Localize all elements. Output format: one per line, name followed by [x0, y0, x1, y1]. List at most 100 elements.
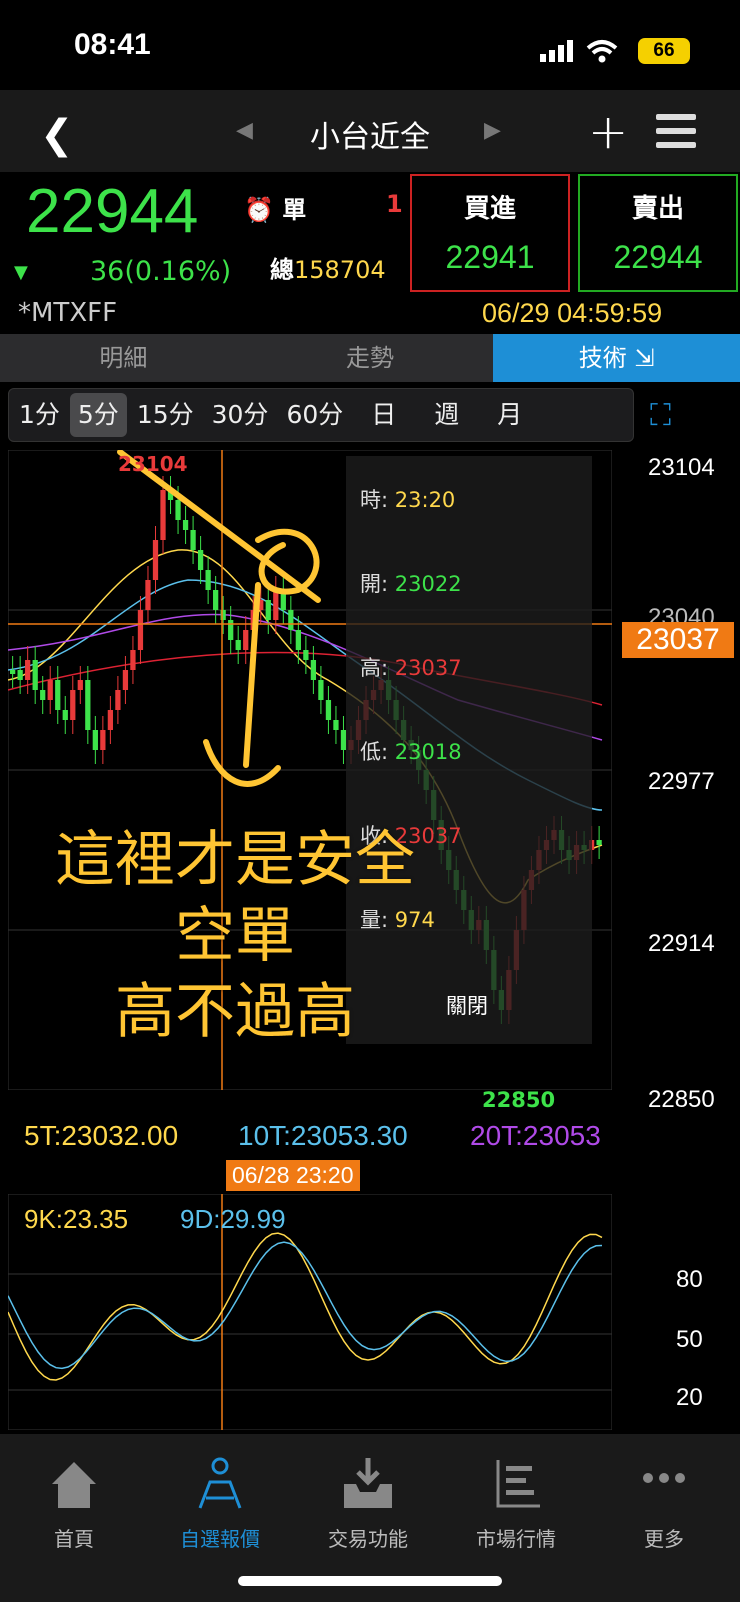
candle-body — [318, 680, 324, 700]
timeframe-day[interactable]: 日 — [363, 393, 404, 437]
candle-body — [182, 520, 189, 530]
trading-icon — [344, 1458, 392, 1508]
single-volume-value: 1 — [386, 190, 403, 218]
annotation-line-3: 高不過高 — [115, 977, 355, 1047]
sell-button[interactable]: 賣出 22944 — [578, 174, 738, 292]
price-axis-label: 22914 — [648, 930, 715, 957]
candle-body — [145, 580, 151, 610]
candle-body — [205, 570, 211, 590]
candle-body — [235, 640, 241, 650]
candle-body — [25, 660, 31, 680]
timeframe-week[interactable]: 週 — [426, 393, 467, 437]
candle-body — [197, 550, 204, 570]
watchlist-icon — [198, 1457, 242, 1509]
timeframe-1min[interactable]: 1分 — [11, 393, 68, 437]
timeframe-15min[interactable]: 15分 — [129, 393, 202, 437]
candle-body — [85, 680, 91, 730]
signal-wifi-icon — [540, 40, 618, 63]
price-axis-label: 22977 — [648, 768, 715, 795]
kd-axis-label: 80 — [676, 1266, 703, 1293]
add-icon[interactable]: + — [588, 104, 628, 160]
k-line — [8, 1232, 603, 1381]
candle-body — [107, 710, 114, 730]
tooltip-open-label: 開: — [360, 572, 389, 596]
candle-body — [303, 650, 309, 660]
d-value: 9D:29.99 — [180, 1204, 286, 1234]
price-axis-label: 22850 — [648, 1086, 715, 1113]
candle-body — [243, 630, 249, 650]
nav-home[interactable]: 首頁 — [14, 1454, 134, 1552]
bid-price: 22941 — [445, 239, 535, 275]
tooltip-high-label: 高: — [360, 656, 389, 680]
nav-watchlist[interactable]: 自選報價 — [160, 1454, 280, 1552]
nav-trading[interactable]: 交易功能 — [308, 1454, 428, 1552]
annotation-line-2: 空單 — [175, 901, 295, 971]
candle-body — [288, 610, 294, 630]
tooltip-low: 23018 — [394, 740, 462, 764]
nav-trading-label: 交易功能 — [328, 1527, 408, 1551]
candle-body — [333, 720, 339, 730]
candle-body — [130, 650, 136, 670]
candle-body — [160, 490, 166, 540]
menu-icon[interactable] — [656, 114, 696, 156]
ma10-value: 10T:23053.30 — [238, 1120, 408, 1151]
candle-body — [40, 690, 46, 700]
candle-body — [213, 590, 219, 610]
nav-more[interactable]: 更多 — [604, 1454, 724, 1552]
tab-details[interactable]: 明細 — [0, 334, 247, 382]
kd-axis-label: 50 — [676, 1326, 703, 1353]
tab-technical[interactable]: 技術 ⇲ — [493, 334, 740, 382]
candle-body — [137, 610, 144, 650]
ask-price: 22944 — [613, 239, 703, 275]
candle-body — [55, 680, 61, 710]
last-price: 22944 — [26, 177, 199, 246]
timeframe-30min[interactable]: 30分 — [204, 393, 277, 437]
candle-body — [10, 670, 16, 674]
battery-icon: 66 — [638, 38, 690, 64]
tooltip-time: 23:20 — [394, 488, 456, 512]
chart-low-label: 22850 — [482, 1088, 556, 1112]
status-time: 08:41 — [74, 28, 151, 61]
nav-market[interactable]: 市場行情 — [456, 1454, 576, 1552]
current-price-marker: 23037 — [622, 622, 734, 658]
candle-body — [100, 730, 106, 750]
tab-trend[interactable]: 走勢 — [247, 334, 494, 382]
buy-button[interactable]: 買進 22941 — [410, 174, 570, 292]
candle-body — [310, 660, 317, 680]
next-symbol-icon[interactable]: ▶ — [484, 118, 501, 143]
quote-datetime: 06/29 04:59:59 — [482, 298, 663, 328]
annotation-circle — [255, 528, 320, 595]
timeframe-60min[interactable]: 60分 — [278, 393, 351, 437]
sell-label: 賣出 — [631, 194, 684, 224]
nav-more-label: 更多 — [644, 1527, 684, 1551]
timeframe-5min[interactable]: 5分 — [69, 393, 127, 437]
price-axis-label: 23104 — [648, 454, 715, 481]
tooltip-low-label: 低: — [360, 740, 389, 764]
page-title: 小台近全 — [310, 120, 430, 155]
home-indicator — [238, 1576, 502, 1586]
candle-body — [17, 670, 23, 680]
ma5-value: 5T:23032.00 — [24, 1120, 179, 1151]
candle-body — [228, 620, 234, 640]
chart-high-label: 23104 — [118, 452, 188, 476]
home-icon — [52, 1462, 96, 1508]
fullscreen-icon[interactable]: ⛶ — [650, 398, 671, 433]
candle-body — [152, 540, 159, 580]
candle-body — [92, 730, 98, 750]
alarm-icon: ⏰ — [244, 196, 274, 224]
candle-body — [70, 690, 76, 720]
nav-market-label: 市場行情 — [476, 1527, 556, 1551]
tooltip-open: 23022 — [394, 572, 462, 596]
candle-body — [47, 680, 53, 700]
k-value: 9K:23.35 — [24, 1204, 129, 1234]
symbol-code: *MTXFF — [18, 298, 118, 328]
timeframe-month[interactable]: 月 — [489, 393, 530, 437]
nav-watchlist-label: 自選報價 — [180, 1527, 260, 1551]
kd-axis-label: 20 — [676, 1384, 703, 1411]
ma20-value: 20T:23053 — [470, 1120, 601, 1151]
market-icon — [496, 1460, 540, 1508]
candle-body — [596, 840, 602, 845]
candle-body — [273, 590, 279, 620]
candle-body — [325, 700, 332, 720]
candle-body — [265, 600, 271, 620]
